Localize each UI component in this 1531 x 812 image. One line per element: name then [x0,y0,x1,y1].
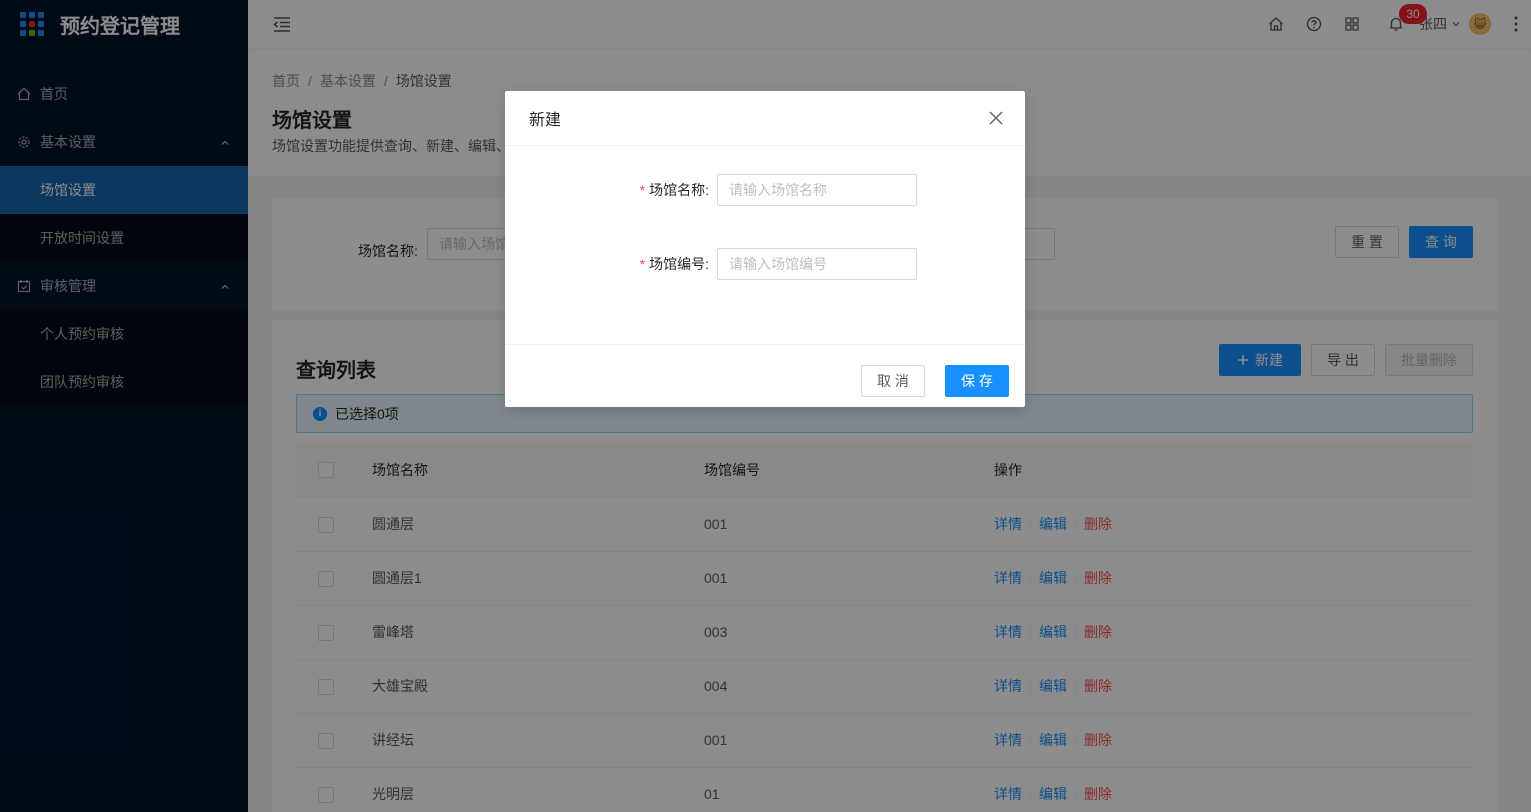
venue-name-input[interactable] [717,174,917,206]
save-button[interactable]: 保 存 [945,365,1009,397]
modal-header: 新建 [505,91,1025,146]
venue-code-input[interactable] [717,248,917,280]
close-icon[interactable] [987,109,1005,127]
venue-code-label: * 场馆编号: [639,256,709,272]
modal-title: 新建 [529,112,562,129]
cancel-button[interactable]: 取 消 [861,365,925,397]
form-row-venue-code: * 场馆编号: [505,248,1025,280]
modal-footer: 取 消 保 存 [505,344,1025,407]
new-venue-modal: 新建 *场馆名称: *场馆编号: 取 消 保 存 [505,91,1025,407]
venue-name-label: * 场馆名称: [639,182,709,198]
modal-body: *场馆名称: *场馆编号: [505,146,1025,344]
form-row-venue-name: * 场馆名称: [505,174,1025,206]
